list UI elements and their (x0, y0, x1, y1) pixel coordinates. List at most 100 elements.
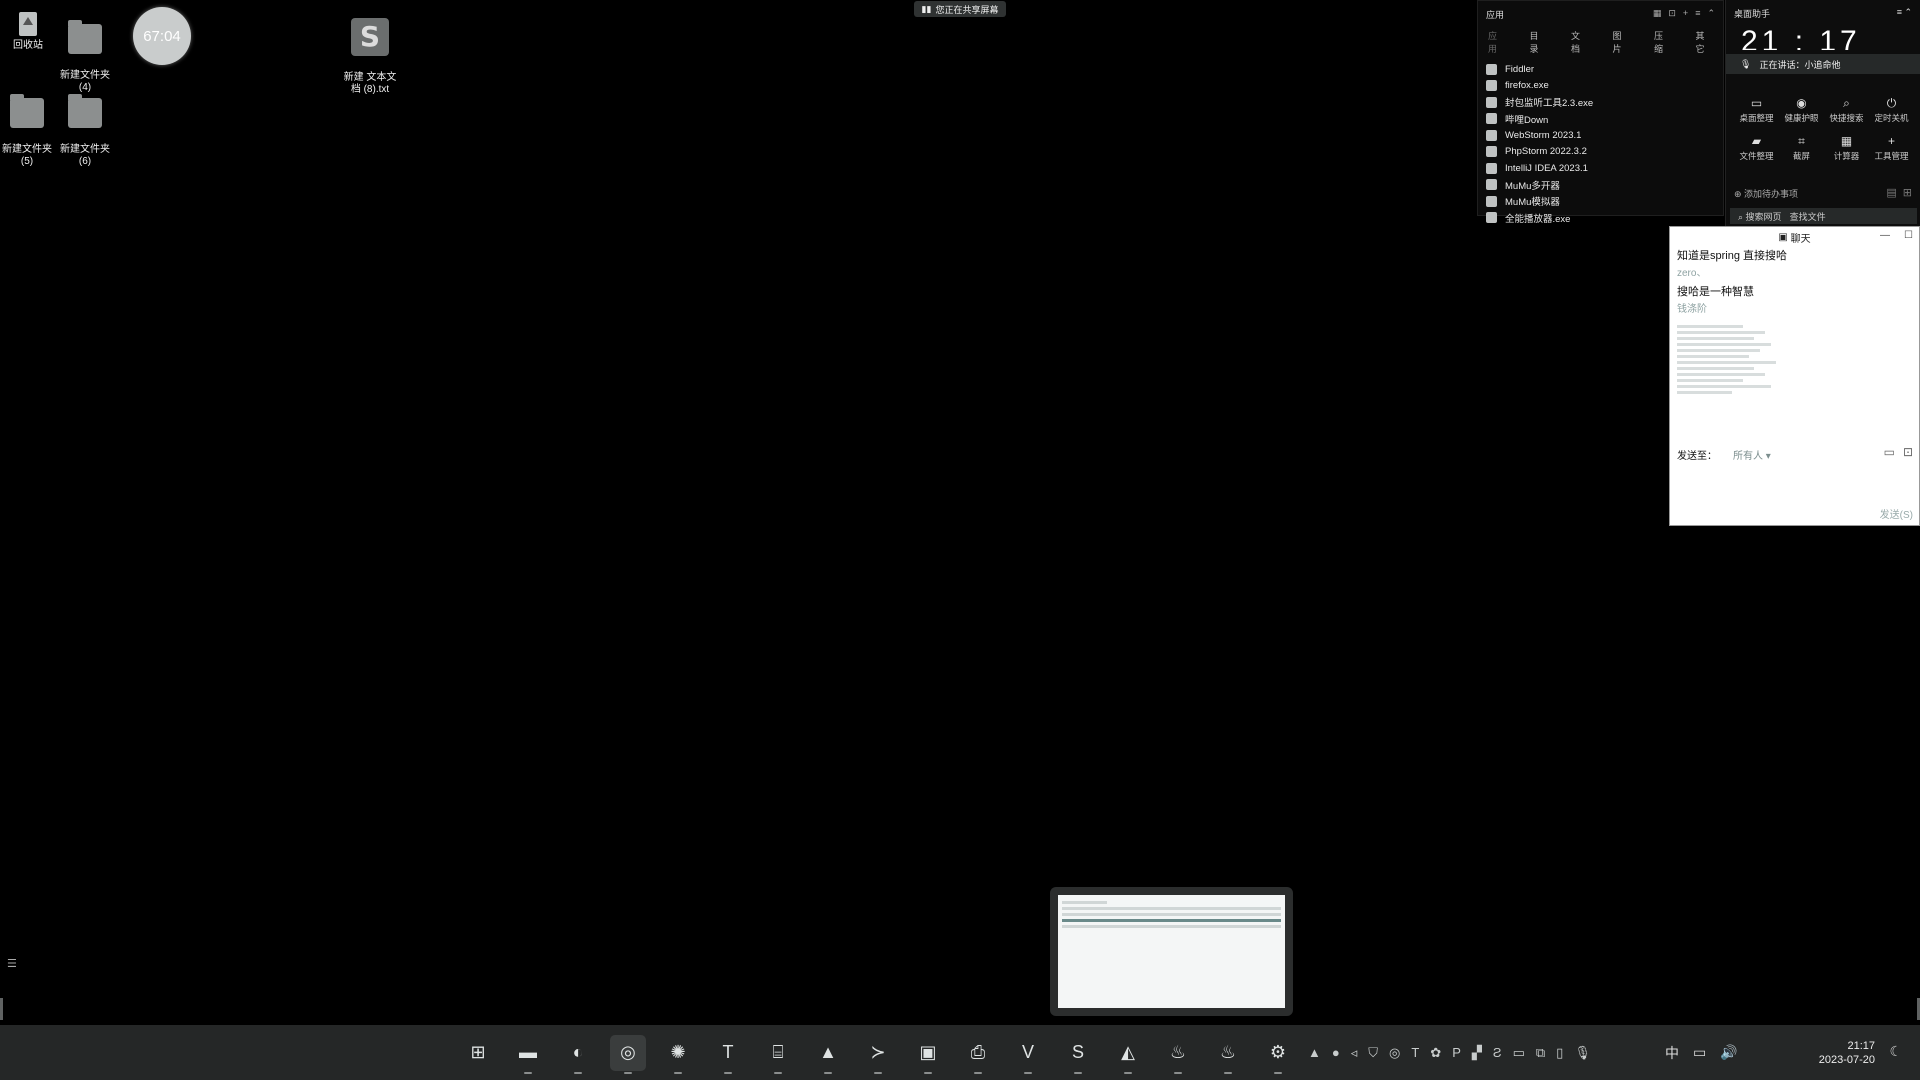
taskbar-window-preview[interactable] (1050, 887, 1293, 1016)
app-list-item[interactable]: PhpStorm 2022.3.2 (1486, 144, 1715, 161)
assistant-title: 桌面助手 (1734, 9, 1771, 19)
volume-icon[interactable]: 🔊 (1720, 1044, 1737, 1061)
chat-sender: zero、 (1677, 268, 1707, 279)
add-todo[interactable]: ⊕ 添加待办事项 (1734, 187, 1798, 200)
add-icon[interactable]: + (1683, 8, 1688, 21)
tray-window-icon[interactable]: ⧉ (1536, 1045, 1545, 1061)
photos-icon[interactable]: ▲ (810, 1035, 846, 1074)
terminal-icon[interactable]: ≻ (860, 1035, 896, 1074)
microphone-icon[interactable]: 🎙 (1574, 1045, 1591, 1061)
app-list-item[interactable]: MuMu模拟器 (1486, 193, 1715, 210)
send-button[interactable]: 发送(S) (1880, 506, 1913, 521)
file-explorer-icon[interactable]: ▬ (510, 1035, 546, 1074)
tool-timed-shutdown[interactable]: ⏻ 定时关机 (1869, 96, 1914, 124)
list-toggle-icon[interactable]: ☰ (7, 957, 17, 970)
assistant-tools: ▭ 桌面整理 ◉ 健康护眼 ⌕ 快捷搜索 ⏻ 定时关机 ▰ 文件整理 ⌗ 截屏 ▦ 计算器 +… (1734, 96, 1914, 162)
monitor-icon: ▭ (1750, 96, 1763, 110)
app-list-item[interactable]: IntelliJ IDEA 2023.1 (1486, 160, 1715, 177)
recipient-select[interactable]: 所有人 ▾ (1733, 447, 1771, 462)
collapse-icon[interactable]: ⌃ (1707, 8, 1715, 21)
minimize-button[interactable]: — (1880, 230, 1890, 241)
tray-app-icon[interactable]: ✿ (1430, 1045, 1441, 1061)
java-icon[interactable]: ♨ (1210, 1035, 1246, 1074)
tab-images[interactable]: 图片 (1613, 29, 1631, 55)
tab-apps[interactable]: 应用 (1488, 29, 1506, 55)
desktop-assistant-panel: 桌面助手 ≡ ⌃ 21 : 17 🎙 正在讲话：小追命他 ▭ 桌面整理 ◉ 健康护眼… (1725, 0, 1920, 226)
taskbar-time: 21:17 (1847, 1040, 1875, 1052)
qr-icon[interactable]: ⊞ (1903, 186, 1912, 199)
tool-manager[interactable]: + 工具管理 (1869, 134, 1914, 162)
sublime-text-icon[interactable]: S (1060, 1035, 1096, 1074)
tray-app-icon[interactable]: Ƨ (1493, 1045, 1502, 1060)
app-list-item[interactable]: firefox.exe (1486, 78, 1715, 95)
printer-icon[interactable]: ⎙ (960, 1035, 996, 1074)
tray-app-icon[interactable]: ▞ (1472, 1045, 1482, 1061)
settings-icon[interactable]: ⚙ (1260, 1035, 1296, 1074)
signal-icon: ▮▮ (921, 3, 932, 14)
chat-image-thumbnail[interactable] (1677, 325, 1787, 425)
tool-quick-search[interactable]: ⌕ 快捷搜索 (1824, 96, 1869, 124)
tool-screenshot[interactable]: ⌗ 截屏 (1779, 134, 1824, 162)
tab-other[interactable]: 其它 (1696, 29, 1714, 55)
input-method-indicator[interactable]: 中 (1665, 1043, 1679, 1063)
screen-share-banner[interactable]: ▮▮ 您正在共享屏幕 (914, 1, 1006, 17)
browser-icon[interactable]: ✺ (660, 1035, 696, 1074)
system-tray: ▲ ● ◃ ⛉ ◎ T ✿ P ▞ Ƨ ▭ ⧉ ▯ 🎙 (1308, 1025, 1591, 1080)
tool-file-organize[interactable]: ▰ 文件整理 (1734, 134, 1779, 162)
remote-desktop-icon[interactable]: ⌸ (760, 1035, 796, 1074)
app-list-item[interactable]: WebStorm 2023.1 (1486, 127, 1715, 144)
app-list-item[interactable]: 全能播放器.exe (1486, 210, 1715, 227)
grid-icon[interactable]: ▦ (1653, 8, 1662, 21)
desktop-folder-6[interactable]: 新建文件夹 (6) (53, 86, 117, 180)
tray-app-icon[interactable]: ● (1332, 1045, 1340, 1060)
tool-calculator[interactable]: ▦ 计算器 (1824, 134, 1869, 162)
lock-icon[interactable]: ⊡ (1668, 8, 1676, 21)
folder-icon[interactable]: ▭ (1884, 445, 1895, 459)
folder-label: 新建文件夹 (5) (2, 144, 52, 167)
java-icon[interactable]: ♨ (1160, 1035, 1196, 1074)
timer-bubble[interactable]: 67:04 (133, 7, 191, 65)
app-list-item[interactable]: Fiddler (1486, 61, 1715, 78)
maximize-button[interactable]: ☐ (1904, 230, 1913, 241)
tab-documents[interactable]: 文档 (1571, 29, 1589, 55)
chat-title: 聊天 (1790, 233, 1811, 245)
taskbar-clock[interactable]: 21:17 2023-07-20 (1819, 1039, 1875, 1067)
app-list-item[interactable]: MuMu多开器 (1486, 177, 1715, 194)
screenshot-tray-icon[interactable]: ◎ (1389, 1045, 1400, 1061)
tray-app-icon[interactable]: T (1411, 1045, 1419, 1060)
screenshot-icon[interactable]: ⊡ (1903, 445, 1913, 459)
tray-arrow-icon[interactable]: ◃ (1351, 1045, 1358, 1061)
start-button[interactable]: ⊞ (460, 1035, 496, 1071)
desktop-folder-5[interactable]: 新建文件夹 (5) (0, 86, 59, 180)
shield-icon[interactable]: ⛉ (1368, 1045, 1378, 1061)
app-list-item[interactable]: 封包监听工具2.3.exe (1486, 94, 1715, 111)
usb-icon[interactable]: ▯ (1556, 1045, 1563, 1061)
tab-archives[interactable]: 压缩 (1654, 29, 1672, 55)
text-file-label: 新建 文本文 档 (8).txt (343, 72, 397, 95)
recycle-bin-icon[interactable]: 回收站 (0, 6, 60, 52)
typora-icon[interactable]: T (710, 1035, 746, 1074)
tray-app-icon[interactable]: P (1452, 1045, 1461, 1060)
edge-browser-icon[interactable]: ◐ (560, 1035, 596, 1074)
jetbrains-icon[interactable]: ▣ (910, 1035, 946, 1074)
desktop-text-file[interactable]: S 新建 文本文 档 (8).txt (338, 6, 402, 108)
app-list-item[interactable]: 哔哩Down (1486, 111, 1715, 128)
tray-app-icon[interactable]: ▲ (1308, 1045, 1321, 1060)
list-icon[interactable]: ▤ (1886, 186, 1896, 199)
tool-desktop-organize[interactable]: ▭ 桌面整理 (1734, 96, 1779, 124)
left-edge-handle[interactable] (0, 998, 3, 1020)
folder-icon: ▰ (1751, 134, 1762, 148)
tray-display-icon[interactable]: ▭ (1513, 1045, 1525, 1061)
assistant-controls[interactable]: ≡ ⌃ (1897, 7, 1912, 20)
desktop-screen: 回收站 新建文件夹 (4) 新建文件夹 (5) 新建文件夹 (6) S 新建 文… (0, 0, 1920, 1080)
chrome-browser-icon[interactable]: ◎ (610, 1034, 646, 1074)
search-web-tab[interactable]: ⌕ 搜索网页 (1738, 210, 1782, 223)
tab-directory[interactable]: 目录 (1530, 29, 1548, 55)
menu-icon[interactable]: ≡ (1695, 8, 1700, 21)
focus-assist-icon[interactable]: ☾ (1889, 1043, 1902, 1060)
tool-eye-care[interactable]: ◉ 健康护眼 (1779, 96, 1824, 124)
inkscape-icon[interactable]: ◭ (1110, 1035, 1146, 1074)
vim-icon[interactable]: V (1010, 1035, 1046, 1074)
find-file-tab[interactable]: 查找文件 (1790, 210, 1826, 223)
network-icon[interactable]: ▭ (1693, 1044, 1706, 1061)
